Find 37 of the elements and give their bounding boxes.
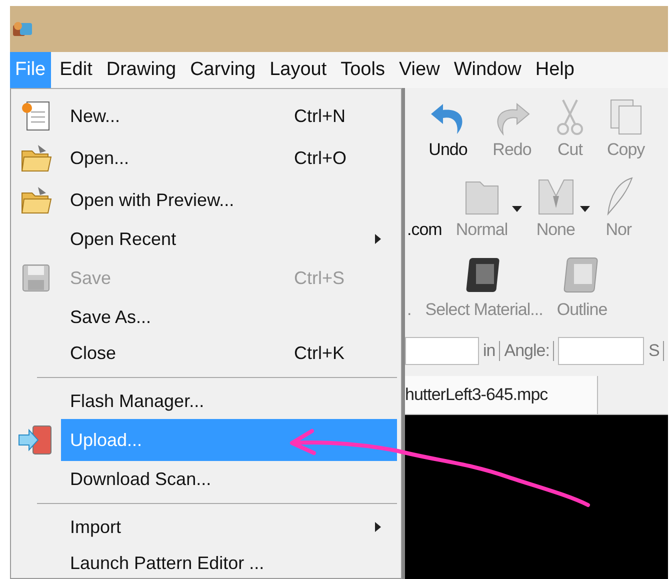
document-tab[interactable]: hutterLeft3-645.mpc — [405, 376, 598, 414]
app-icon — [12, 20, 34, 38]
menu-item[interactable]: Edit — [54, 52, 98, 88]
document-icon — [21, 100, 51, 132]
unit-label: in — [483, 341, 500, 361]
menu-item[interactable]: Tools — [336, 52, 390, 88]
menu-item[interactable]: Flash Manager... — [61, 383, 397, 419]
menu-item[interactable]: Import — [61, 509, 397, 545]
menu-item[interactable]: Launch Pattern Editor ... — [61, 545, 397, 578]
submenu-arrow-icon — [374, 233, 382, 245]
scissors-icon — [555, 98, 585, 136]
menu-item[interactable]: Close Ctrl+K — [61, 335, 397, 371]
input-field[interactable] — [405, 337, 479, 365]
menu-item[interactable]: Window — [448, 52, 526, 88]
menu-item[interactable]: Save As... — [61, 299, 397, 335]
menu-item[interactable]: Open Recent — [61, 221, 397, 257]
toolbar-button[interactable]: Undo — [427, 100, 469, 168]
field-label: S — [648, 341, 664, 361]
submenu-arrow-icon — [374, 521, 382, 533]
menu-item[interactable]: Download Scan... — [61, 461, 397, 497]
dropdown-caret-icon — [512, 206, 522, 212]
angle-field[interactable] — [558, 337, 644, 365]
menu-item[interactable]: Carving — [185, 52, 261, 88]
folder-icon — [20, 143, 52, 173]
menu-item[interactable]: Help — [530, 52, 580, 88]
dropdown-caret-icon — [580, 206, 590, 212]
angle-label: Angle: — [504, 341, 554, 361]
toolbar-label: .com — [407, 220, 442, 241]
menu-item[interactable]: Layout — [264, 52, 332, 88]
menu-item[interactable]: View — [394, 52, 445, 88]
menu-item[interactable]: Open... Ctrl+O — [61, 137, 397, 179]
menu-item[interactable]: Drawing — [101, 52, 182, 88]
folder-icon — [20, 185, 52, 215]
pages-icon — [608, 98, 643, 136]
menu-item[interactable]: Open with Preview... — [61, 179, 397, 221]
toolbar-label: . — [407, 300, 412, 321]
menu-item[interactable]: New... Ctrl+N — [61, 95, 397, 137]
